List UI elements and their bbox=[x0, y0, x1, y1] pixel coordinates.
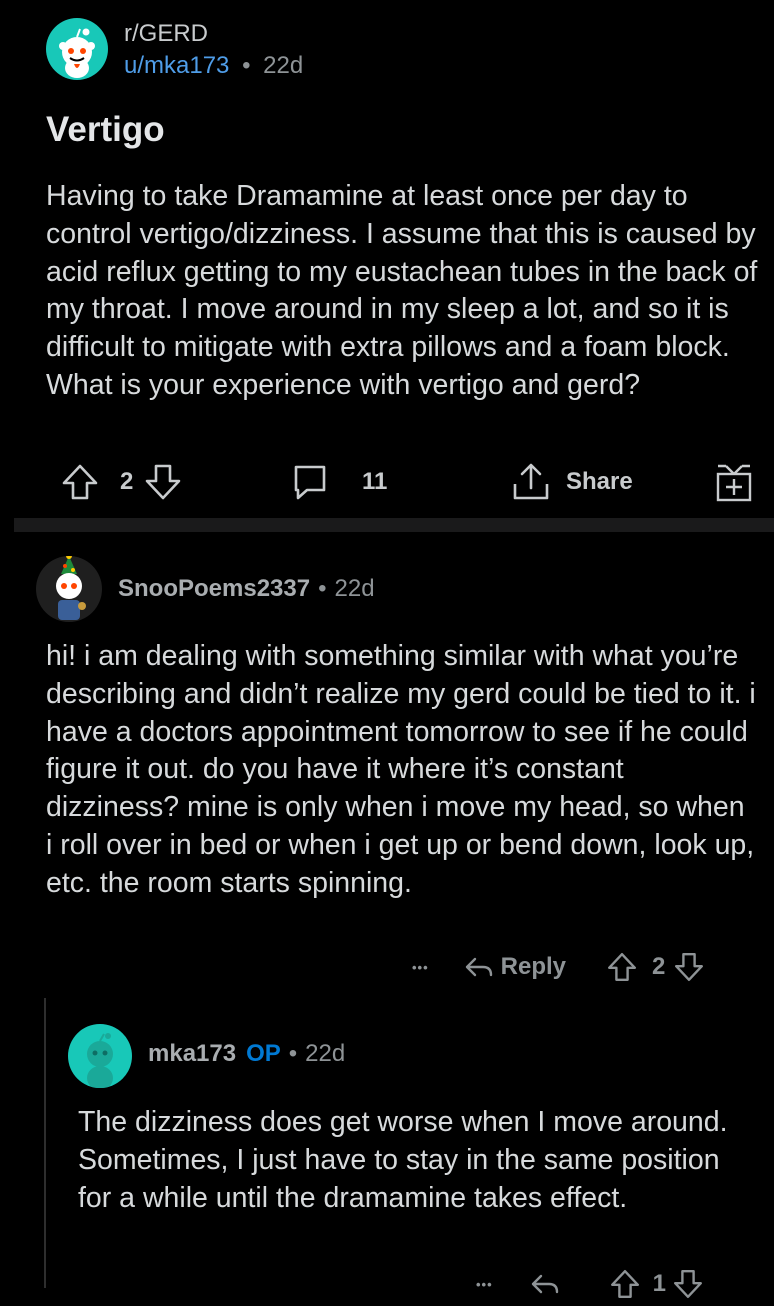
comment-actions: ••• Reply 2 bbox=[412, 945, 705, 989]
section-divider bbox=[14, 518, 774, 532]
comment-vote-count: 2 bbox=[652, 953, 666, 980]
award-icon bbox=[714, 462, 754, 502]
downvote-icon[interactable] bbox=[673, 951, 705, 983]
meta-separator: • bbox=[242, 52, 251, 79]
post-author[interactable]: u/mka173 bbox=[124, 52, 229, 79]
comment-icon bbox=[290, 462, 330, 502]
op-badge: OP bbox=[246, 1040, 281, 1067]
share-icon bbox=[510, 462, 552, 502]
reply-button[interactable]: Reply bbox=[463, 951, 566, 983]
reply-icon bbox=[463, 951, 495, 983]
snoo-avatar-icon bbox=[56, 556, 86, 620]
subreddit-name[interactable]: r/GERD bbox=[124, 20, 208, 48]
thread-line[interactable] bbox=[44, 998, 46, 1288]
reply-vote-count: 1 bbox=[652, 1270, 667, 1297]
avatar[interactable] bbox=[68, 1024, 132, 1088]
more-options-button[interactable]: ••• bbox=[476, 1277, 493, 1292]
meta-separator: • bbox=[318, 575, 327, 602]
upvote-icon[interactable] bbox=[609, 1268, 641, 1300]
award-button[interactable] bbox=[714, 458, 754, 506]
post-age: 22d bbox=[263, 52, 304, 79]
avatar[interactable] bbox=[36, 556, 102, 622]
reply-author[interactable]: mka173 bbox=[148, 1040, 236, 1068]
comment-meta: SnooPoems2337 • 22d bbox=[118, 575, 375, 603]
post-body: Having to take Dramamine at least once p… bbox=[46, 180, 758, 401]
comment-age: 22d bbox=[334, 575, 375, 602]
reply-meta: mka173 OP • 22d bbox=[148, 1040, 345, 1068]
upvote-icon[interactable] bbox=[60, 462, 100, 502]
meta-separator: • bbox=[288, 1040, 298, 1067]
reply-label: Reply bbox=[500, 953, 567, 980]
subreddit-icon[interactable] bbox=[46, 18, 108, 80]
reply-age: 22d bbox=[305, 1040, 346, 1067]
share-button[interactable]: Share bbox=[510, 458, 633, 506]
more-options-button[interactable]: ••• bbox=[412, 960, 429, 975]
post-title: Vertigo bbox=[46, 110, 165, 149]
downvote-icon[interactable] bbox=[672, 1268, 704, 1300]
post-meta: u/mka173 • 22d bbox=[124, 52, 303, 80]
comment-author[interactable]: SnooPoems2337 bbox=[118, 575, 310, 603]
post-vote-group: 2 bbox=[60, 458, 183, 506]
upvote-icon[interactable] bbox=[606, 951, 638, 983]
reply-icon[interactable] bbox=[529, 1268, 561, 1300]
post-vote-count: 2 bbox=[120, 468, 134, 495]
share-label: Share bbox=[566, 468, 633, 495]
snoo-icon bbox=[59, 28, 95, 78]
snoo-avatar-icon bbox=[87, 1033, 113, 1088]
downvote-icon[interactable] bbox=[143, 462, 183, 502]
reply-actions: ••• 1 bbox=[476, 1262, 704, 1306]
comment-body: hi! i am dealing with something similar … bbox=[46, 640, 756, 899]
reply-body: The dizziness does get worse when I move… bbox=[78, 1106, 728, 1214]
comment-count: 11 bbox=[362, 468, 388, 495]
comments-button[interactable]: 11 bbox=[290, 458, 387, 506]
